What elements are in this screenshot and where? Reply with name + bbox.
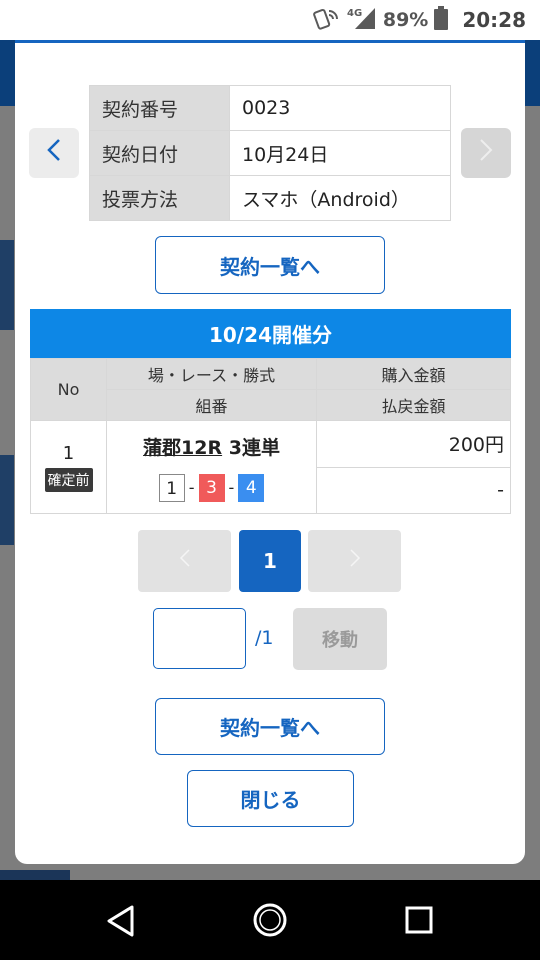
background-element (0, 240, 14, 330)
page-total: /1 (255, 627, 274, 649)
row-no-cell: 1 確定前 (30, 420, 107, 514)
boat-number: 4 (238, 473, 265, 502)
network-label: 4G (347, 8, 362, 19)
home-icon[interactable] (252, 902, 288, 942)
race-title: 蒲郡12R 3連単 (107, 433, 316, 460)
race-cell: 蒲郡12R 3連単 1 - 3 - 4 (106, 420, 317, 514)
clock: 20:28 (462, 8, 526, 32)
boat-number: 1 (158, 473, 185, 502)
chevron-right-icon (477, 137, 495, 170)
battery-icon (434, 5, 449, 35)
phone-wifi-icon (312, 5, 341, 36)
page-number-input[interactable] (153, 608, 246, 669)
page-current-button[interactable]: 1 (239, 530, 301, 592)
info-value: スマホ（Android） (229, 175, 451, 221)
chevron-left-icon (45, 137, 63, 170)
header-payout: 払戻金額 (316, 389, 511, 421)
header-purchase: 購入金額 (316, 358, 511, 390)
purchase-amount: 200円 (316, 420, 511, 468)
page-next-button[interactable] (308, 530, 401, 592)
next-contract-button[interactable] (461, 128, 511, 178)
contract-list-button[interactable]: 契約一覧へ (155, 236, 385, 294)
info-value: 10月24日 (229, 130, 451, 176)
info-row: 契約番号 0023 (89, 85, 451, 131)
info-row: 契約日付 10月24日 (89, 130, 451, 176)
bet-type: 3連単 (228, 436, 280, 459)
status-bar: 4G 89% 20:28 (0, 0, 540, 40)
prev-contract-button[interactable] (29, 128, 79, 178)
info-key: 契約日付 (89, 130, 230, 176)
background-element (0, 455, 14, 545)
race-link[interactable]: 蒲郡12R (143, 437, 222, 459)
table-header-row: No 場・レース・勝式 購入金額 (30, 358, 511, 421)
page-prev-button[interactable] (138, 530, 231, 592)
status-icons: 4G 89% 20:28 (312, 0, 526, 40)
combination: 1 - 3 - 4 (107, 473, 316, 502)
recent-apps-icon[interactable] (405, 906, 433, 938)
table-row: 1 確定前 蒲郡12R 3連単 1 - 3 - 4 200円 (30, 420, 511, 514)
info-key: 投票方法 (89, 175, 230, 221)
info-row: 投票方法 スマホ（Android） (89, 175, 451, 221)
contract-info-table: 契約番号 0023 契約日付 10月24日 投票方法 スマホ（Android） (89, 85, 451, 221)
section-title: 10/24開催分 (30, 309, 511, 358)
combo-separator: - (188, 478, 195, 497)
info-key: 契約番号 (89, 85, 230, 131)
move-button[interactable]: 移動 (293, 608, 387, 670)
header-no: No (30, 358, 107, 421)
header-race: 場・レース・勝式 (106, 358, 317, 390)
bet-table: No 場・レース・勝式 購入金額 組番 払戻金額 1 確定前 蒲郡12R 3連単… (30, 358, 511, 514)
row-number: 1 (62, 442, 75, 464)
status-badge: 確定前 (44, 467, 93, 492)
combo-separator: - (228, 478, 235, 497)
close-button[interactable]: 閉じる (187, 770, 354, 827)
chevron-right-icon (349, 548, 361, 574)
background-element (0, 870, 70, 880)
signal-icon: 4G (347, 5, 377, 36)
contract-detail-modal: 契約番号 0023 契約日付 10月24日 投票方法 スマホ（Android） … (15, 40, 525, 864)
payout-amount: - (316, 466, 511, 514)
back-icon[interactable] (106, 905, 136, 941)
boat-number: 3 (198, 473, 225, 502)
contract-list-button[interactable]: 契約一覧へ (155, 698, 385, 755)
battery-percent: 89% (382, 9, 429, 31)
info-value: 0023 (229, 85, 451, 131)
header-combo: 組番 (106, 389, 317, 421)
chevron-left-icon (179, 548, 191, 574)
